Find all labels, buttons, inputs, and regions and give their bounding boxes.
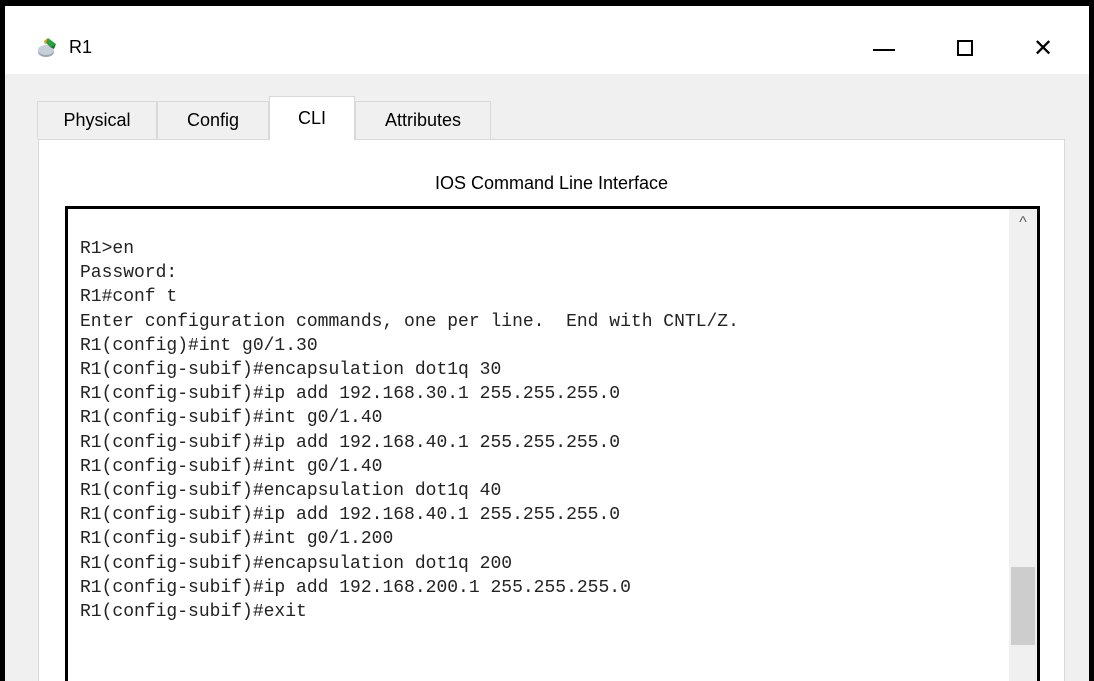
close-button[interactable]: ✕ <box>1020 26 1066 70</box>
close-icon: ✕ <box>1032 34 1054 62</box>
tab-attributes[interactable]: Attributes <box>355 101 491 139</box>
tab-config[interactable]: Config <box>157 101 269 139</box>
title-bar[interactable]: R1 ✕ <box>5 6 1089 74</box>
cli-terminal[interactable]: R1>en Password: R1#conf t Enter configur… <box>65 206 1040 681</box>
minimize-icon <box>873 49 895 51</box>
window-title: R1 <box>69 37 93 57</box>
router-icon <box>36 36 60 60</box>
router-window: R1 ✕ Physical Config CLI Attributes IOS … <box>5 6 1089 681</box>
cli-panel: IOS Command Line Interface R1>en Passwor… <box>38 139 1065 681</box>
maximize-icon <box>957 40 973 56</box>
minimize-button[interactable] <box>861 26 907 70</box>
tab-label: Config <box>186 110 240 130</box>
tab-physical[interactable]: Physical <box>37 101 157 139</box>
tab-label: Attributes <box>384 110 462 130</box>
tab-cli[interactable]: CLI <box>269 96 355 140</box>
scrollbar[interactable]: ^ <box>1009 209 1037 681</box>
terminal-output[interactable]: R1>en Password: R1#conf t Enter configur… <box>80 237 739 624</box>
scroll-thumb[interactable] <box>1011 566 1035 645</box>
content-area: Physical Config CLI Attributes IOS Comma… <box>5 74 1089 681</box>
maximize-button[interactable] <box>942 26 988 70</box>
panel-title: IOS Command Line Interface <box>434 173 669 193</box>
scroll-up-icon[interactable]: ^ <box>1009 209 1037 237</box>
tab-label: Physical <box>63 110 131 130</box>
tab-label: CLI <box>297 108 326 128</box>
